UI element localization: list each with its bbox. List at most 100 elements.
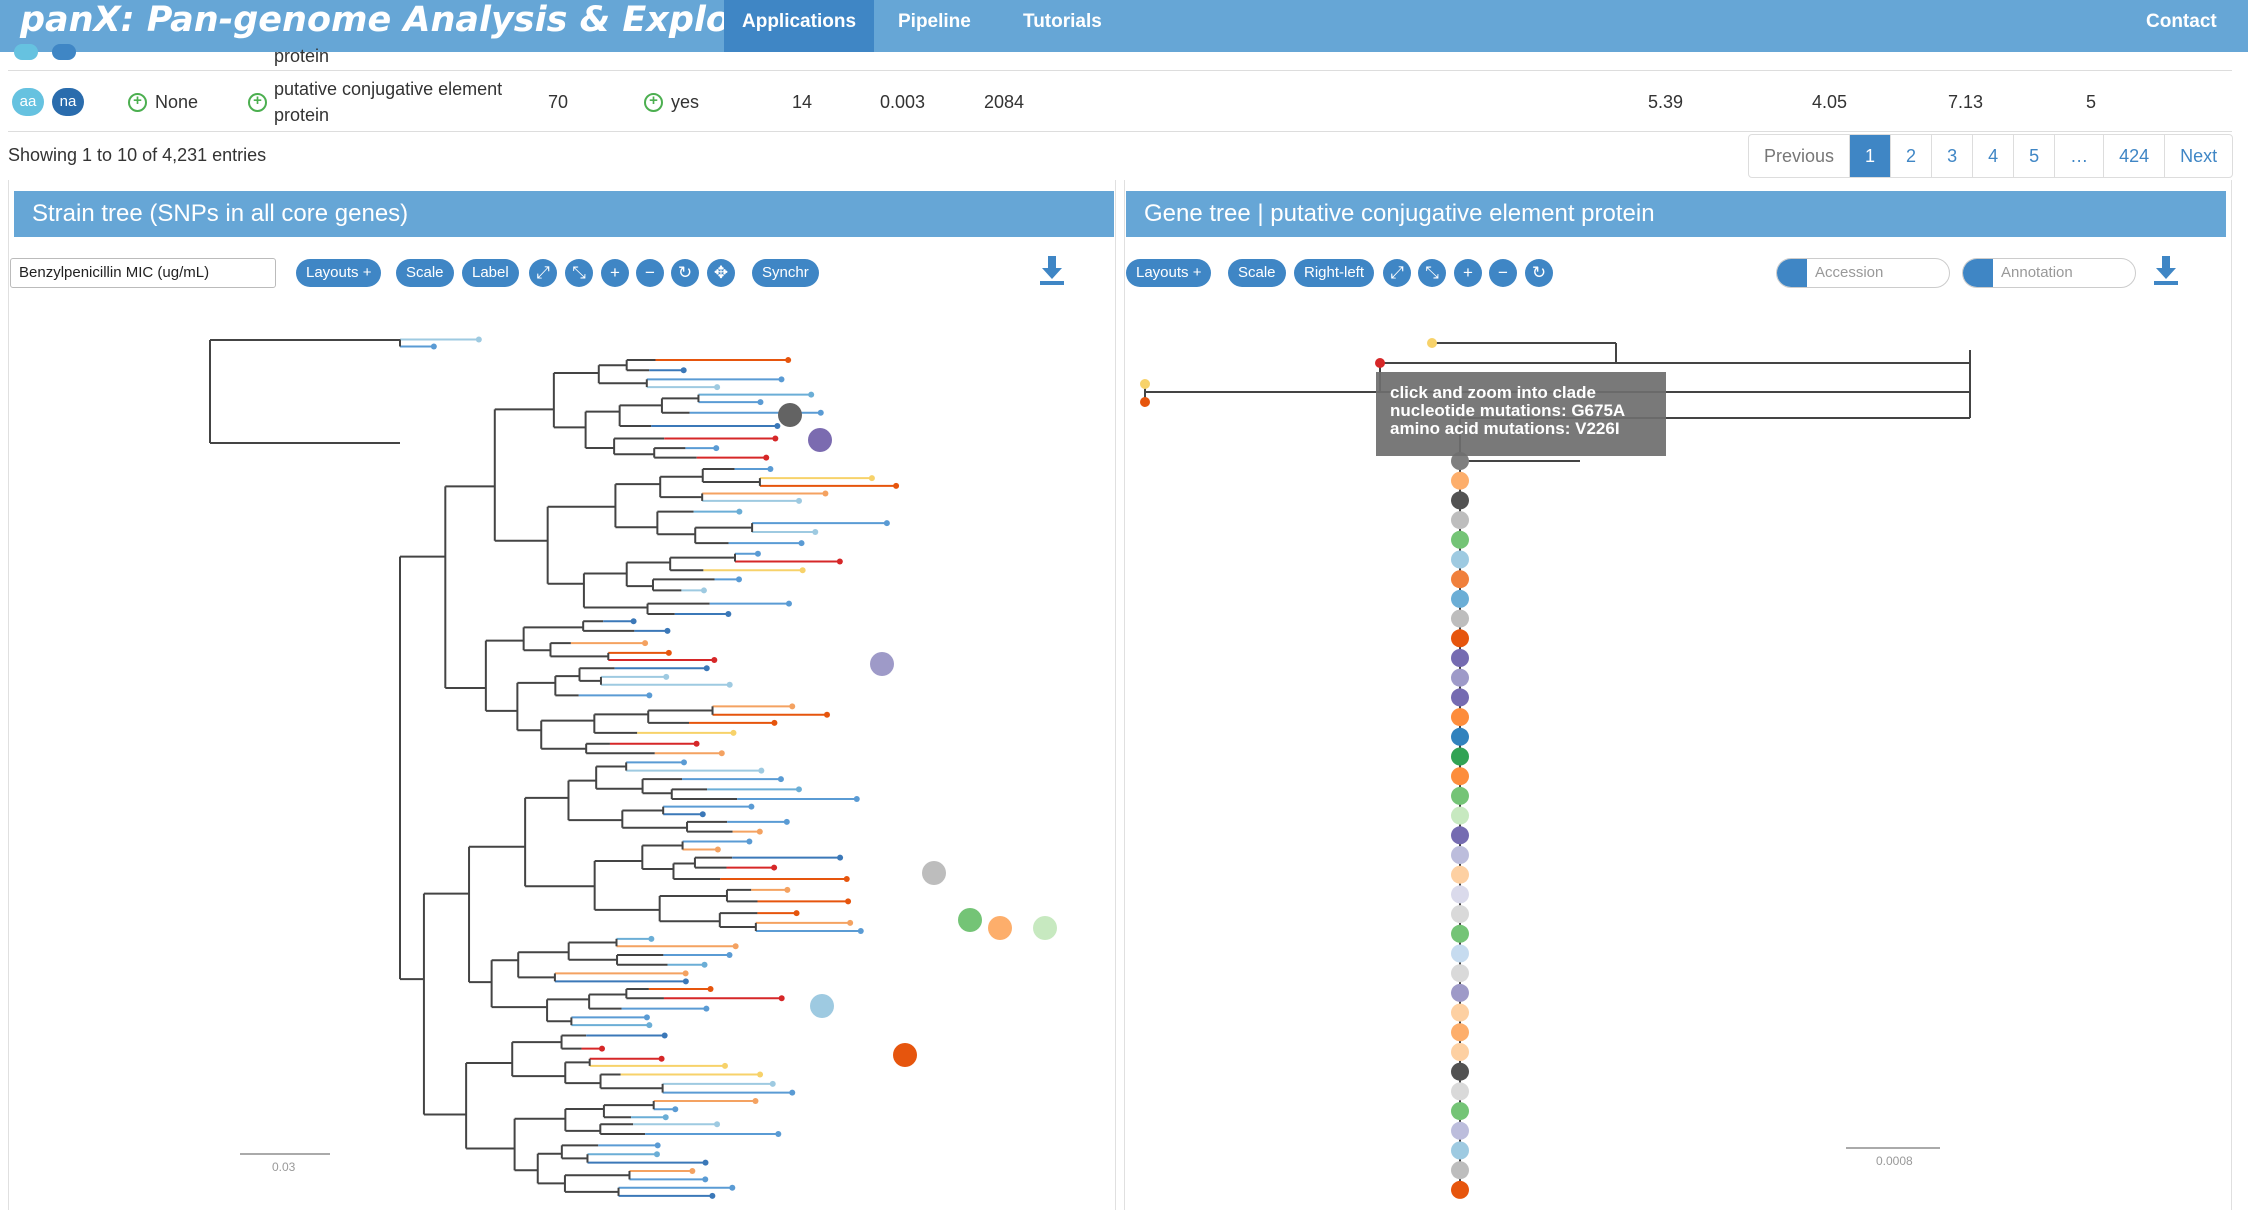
tree-leaf[interactable] bbox=[653, 1151, 660, 1158]
gene-tip-marker[interactable] bbox=[1451, 570, 1469, 589]
gene-tip-marker[interactable] bbox=[1451, 786, 1469, 805]
tree-leaf[interactable] bbox=[796, 497, 803, 504]
page-424[interactable]: 424 bbox=[2103, 135, 2164, 177]
gene-layouts-button[interactable]: Layouts + bbox=[1126, 259, 1212, 287]
gene-download-icon[interactable] bbox=[2152, 254, 2180, 286]
tree-leaf[interactable] bbox=[769, 1080, 776, 1087]
gene-tip-marker[interactable] bbox=[1451, 511, 1469, 530]
tree-leaf[interactable] bbox=[767, 466, 774, 473]
tree-leaf[interactable] bbox=[663, 673, 670, 680]
gene-tip-marker[interactable] bbox=[1451, 550, 1469, 569]
expand-icon[interactable]: ⤢ bbox=[1383, 259, 1411, 287]
gene-tip-marker[interactable] bbox=[1451, 471, 1469, 490]
tree-leaf[interactable] bbox=[714, 1121, 721, 1128]
page-3[interactable]: 3 bbox=[1931, 135, 1972, 177]
tree-leaf[interactable] bbox=[772, 435, 779, 442]
gene-tip-marker[interactable] bbox=[1451, 885, 1469, 904]
tree-leaf[interactable] bbox=[837, 854, 844, 861]
gene-tip-marker[interactable] bbox=[1451, 1062, 1469, 1081]
tree-leaf[interactable] bbox=[817, 409, 824, 416]
tip-marker[interactable] bbox=[810, 994, 834, 1018]
tree-leaf[interactable] bbox=[714, 846, 721, 853]
tree-leaf[interactable] bbox=[713, 445, 720, 452]
tree-leaf[interactable] bbox=[757, 1071, 764, 1078]
tree-leaf[interactable] bbox=[812, 529, 819, 536]
gene-tip-marker[interactable] bbox=[1451, 806, 1469, 825]
strain-synchr-toggle[interactable]: Synchr bbox=[752, 259, 819, 287]
tree-leaf[interactable] bbox=[757, 399, 764, 406]
tree-leaf[interactable] bbox=[665, 649, 672, 656]
gene-tip-marker[interactable] bbox=[1451, 589, 1469, 608]
gene-tip-marker[interactable] bbox=[1451, 668, 1469, 687]
tree-leaf[interactable] bbox=[771, 719, 778, 726]
tree-leaf[interactable] bbox=[701, 961, 708, 968]
tree-leaf[interactable] bbox=[785, 600, 792, 607]
tree-leaf[interactable] bbox=[672, 1106, 679, 1113]
gene-tip-marker[interactable] bbox=[1451, 747, 1469, 766]
tree-leaf[interactable] bbox=[682, 970, 689, 977]
tree-leaf[interactable] bbox=[799, 567, 806, 574]
strain-download-icon[interactable] bbox=[1038, 254, 1066, 286]
tree-leaf[interactable] bbox=[642, 640, 649, 647]
tree-leaf[interactable] bbox=[736, 508, 743, 515]
reset-icon[interactable]: ↻ bbox=[1525, 259, 1553, 287]
tree-leaf[interactable] bbox=[703, 1005, 710, 1012]
annotation-search[interactable]: Annotation bbox=[1962, 258, 2136, 288]
gene-tip-marker[interactable] bbox=[1451, 1121, 1469, 1140]
tree-leaf[interactable] bbox=[784, 886, 791, 893]
gene-tip-marker[interactable] bbox=[1451, 1102, 1469, 1121]
gene-tip-marker[interactable] bbox=[1451, 1161, 1469, 1180]
gene-node[interactable] bbox=[1140, 379, 1150, 389]
tree-leaf[interactable] bbox=[847, 919, 854, 926]
tree-leaf[interactable] bbox=[714, 384, 721, 391]
tree-leaf[interactable] bbox=[693, 740, 700, 747]
tree-leaf[interactable] bbox=[763, 454, 770, 461]
tree-leaf[interactable] bbox=[735, 576, 742, 583]
gene-tip-marker[interactable] bbox=[1451, 688, 1469, 707]
tree-leaf[interactable] bbox=[853, 795, 860, 802]
tip-marker[interactable] bbox=[893, 1043, 917, 1067]
tree-leaf[interactable] bbox=[789, 703, 796, 710]
tree-leaf[interactable] bbox=[783, 818, 790, 825]
gene-tip-marker[interactable] bbox=[1451, 491, 1469, 510]
tree-leaf[interactable] bbox=[774, 423, 781, 430]
tree-leaf[interactable] bbox=[702, 1176, 709, 1183]
tree-leaf[interactable] bbox=[646, 692, 653, 699]
gene-tip-marker[interactable] bbox=[1451, 1003, 1469, 1022]
tip-marker[interactable] bbox=[778, 403, 802, 427]
tree-leaf[interactable] bbox=[430, 343, 437, 350]
move-icon[interactable]: ✥ bbox=[707, 259, 735, 287]
gene-tip-marker[interactable] bbox=[1451, 964, 1469, 983]
tree-leaf[interactable] bbox=[662, 1114, 669, 1121]
expand-icon[interactable]: ⤢ bbox=[529, 259, 557, 287]
tree-leaf[interactable] bbox=[758, 767, 765, 774]
tree-leaf[interactable] bbox=[725, 610, 732, 617]
aa-button[interactable]: aa bbox=[12, 88, 44, 116]
tree-leaf[interactable] bbox=[808, 391, 815, 398]
gene-node[interactable] bbox=[1427, 338, 1437, 348]
page-5[interactable]: 5 bbox=[2013, 135, 2054, 177]
gene-tip-marker[interactable] bbox=[1451, 983, 1469, 1002]
compress-icon[interactable]: ⤡ bbox=[565, 259, 593, 287]
nav-pipeline[interactable]: Pipeline bbox=[880, 0, 989, 52]
tree-leaf[interactable] bbox=[630, 618, 637, 625]
gene-tip-marker[interactable] bbox=[1451, 1180, 1469, 1199]
tree-leaf[interactable] bbox=[664, 627, 671, 634]
page-previous[interactable]: Previous bbox=[1749, 135, 1849, 177]
tree-leaf[interactable] bbox=[702, 1159, 709, 1166]
tree-leaf[interactable] bbox=[836, 558, 843, 565]
gene-tip-marker[interactable] bbox=[1451, 944, 1469, 963]
tree-leaf[interactable] bbox=[658, 1055, 665, 1062]
gene-scale-toggle[interactable]: Scale bbox=[1228, 259, 1286, 287]
gene-tip-marker[interactable] bbox=[1451, 1141, 1469, 1160]
tree-leaf[interactable] bbox=[785, 357, 792, 364]
tree-leaf[interactable] bbox=[789, 1089, 796, 1096]
tree-leaf[interactable] bbox=[822, 490, 829, 497]
table-row[interactable]: aa na None putative conjugative element … bbox=[8, 72, 2232, 132]
tree-leaf[interactable] bbox=[680, 759, 687, 766]
tip-marker[interactable] bbox=[958, 908, 982, 932]
tip-marker[interactable] bbox=[870, 652, 894, 676]
tree-leaf[interactable] bbox=[699, 811, 706, 818]
tree-leaf[interactable] bbox=[700, 587, 707, 594]
zoom-in-icon[interactable]: + bbox=[601, 259, 629, 287]
